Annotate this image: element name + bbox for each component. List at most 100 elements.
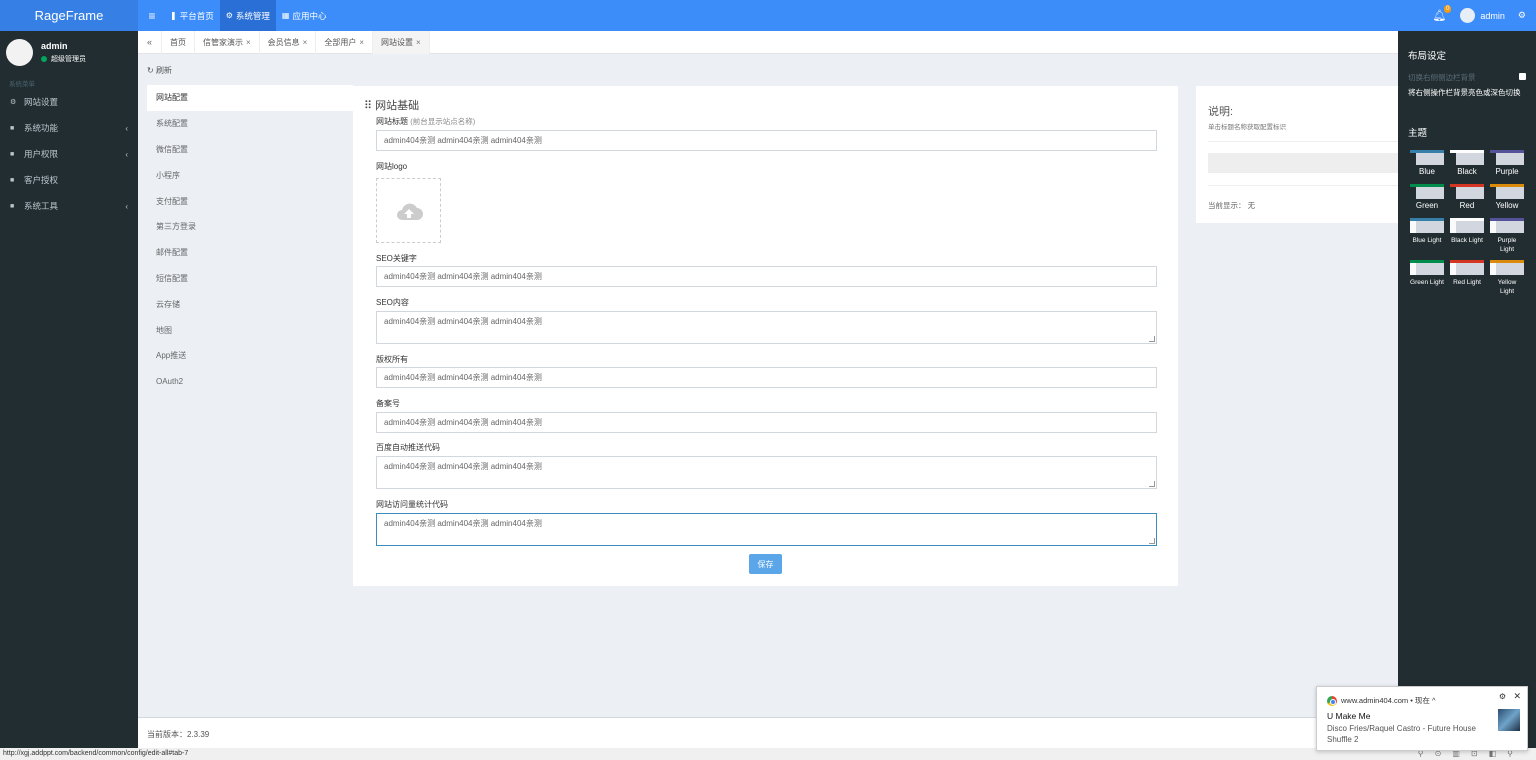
sidebar-item-label: 系统工具 — [24, 201, 59, 211]
sidebar-item-label: 客户授权 — [24, 175, 59, 185]
theme-swatch[interactable]: Blue — [1410, 150, 1444, 177]
app-logo[interactable]: RageFrame — [0, 0, 138, 31]
config-nav-item[interactable]: 支付配置 — [147, 188, 353, 214]
baidu-push-textarea[interactable]: admin404亲测 admin404亲测 admin404亲测 — [376, 456, 1157, 489]
sidebar-item-0[interactable]: ⚙ 网站设置 — [0, 89, 138, 115]
description-title: 说明: — [1208, 106, 1234, 118]
layout-settings-title: 布局设定 — [1408, 51, 1447, 62]
theme-swatch-label: Red — [1459, 201, 1475, 210]
cogs-icon[interactable]: ⚙ — [1518, 10, 1526, 21]
tab-scroll-left-button[interactable]: « — [138, 30, 162, 54]
copyright-input[interactable]: admin404亲测 admin404亲测 admin404亲测 — [376, 367, 1157, 388]
config-nav-item[interactable]: 第三方登录 — [147, 214, 353, 240]
status-url: http://xgj.addppt.com/backend/common/con… — [3, 750, 189, 757]
grid-icon: ▦ — [281, 11, 290, 20]
gear-icon[interactable]: ⚙ — [1499, 692, 1506, 701]
sidebar-user-role: 超级管理员 — [41, 54, 86, 64]
cloud-upload-icon — [396, 203, 423, 220]
sidebar-item-label: 系统功能 — [24, 123, 59, 133]
theme-swatch[interactable]: Yellow Light — [1490, 260, 1524, 296]
avatar — [6, 38, 33, 66]
briefcase-icon: ■ — [10, 124, 15, 132]
theme-swatch-label: Green Light — [1410, 279, 1444, 286]
sidebar-item-1[interactable]: ■ 系统功能 ‹ — [0, 115, 138, 141]
bookmark-icon: ❚ — [170, 11, 177, 20]
notification-body: Disco Fries/Raquel Castro - Future House… — [1327, 724, 1476, 744]
sidebar-item-3[interactable]: ■ 客户授权 — [0, 167, 138, 193]
theme-swatch[interactable]: Black — [1450, 150, 1484, 177]
logo-upload-area[interactable] — [376, 178, 441, 243]
tab-bar: « 首页 信管家演示 × 会员信息 × 全部用户 × 网站设置 × — [138, 30, 1398, 54]
chevron-left-icon: ‹ — [125, 149, 128, 159]
top-header: RageFrame ≡ ❚ 平台首页 ⚙ 系统管理 ▦ 应用中心 🔔︎ 0 admin ⚙ — [0, 0, 1536, 31]
browser-notification[interactable]: www.admin404.com • 现在 ^ ⚙ ✕ U Make Me Di… — [1316, 686, 1528, 751]
stats-code-textarea[interactable]: admin404亲测 admin404亲测 admin404亲测 — [376, 513, 1157, 546]
refresh-icon: ↻ — [147, 66, 154, 75]
sidebar-item-label: 网站设置 — [24, 97, 59, 107]
sidebar-item-2[interactable]: ■ 用户权限 ‹ — [0, 141, 138, 167]
square-icon: ■ — [10, 176, 15, 184]
tool-icon: ■ — [10, 202, 15, 210]
config-nav-item[interactable]: 微信配置 — [147, 137, 353, 163]
toggle-sidebar-skin-checkbox[interactable] — [1519, 73, 1526, 80]
theme-swatch[interactable]: Purple Light — [1490, 218, 1524, 254]
icp-label: 备案号 — [376, 399, 400, 408]
refresh-button[interactable]: ↻ 刷新 — [147, 65, 172, 76]
theme-swatch[interactable]: Yellow — [1490, 184, 1524, 211]
user-panel: admin 超级管理员 — [0, 31, 138, 73]
config-nav-item[interactable]: 短信配置 — [147, 266, 353, 292]
cogs-icon: ⚙ — [225, 11, 233, 20]
close-icon[interactable]: × — [303, 38, 308, 47]
theme-swatch[interactable]: Green — [1410, 184, 1444, 211]
tab-1[interactable]: 信管家演示 × — [195, 30, 260, 54]
config-nav-item[interactable]: 地图 — [147, 317, 353, 343]
config-nav-item[interactable]: 系统配置 — [147, 111, 353, 137]
topnav-item-0[interactable]: ❚ 平台首页 — [164, 0, 220, 31]
config-nav-item[interactable]: 小程序 — [147, 162, 353, 188]
theme-swatch[interactable]: Red — [1450, 184, 1484, 211]
theme-swatch-label: Yellow — [1495, 201, 1519, 210]
theme-swatch[interactable]: Red Light — [1450, 260, 1484, 287]
theme-swatch[interactable]: Black Light — [1450, 218, 1484, 245]
tab-label: 全部用户 — [324, 37, 357, 47]
close-icon[interactable]: ✕ — [1513, 691, 1521, 702]
theme-swatch-label: Yellow Light — [1497, 279, 1517, 295]
version-text: 当前版本：2.3.39 — [147, 730, 210, 739]
close-icon[interactable]: × — [359, 38, 364, 47]
config-nav-item[interactable]: 云存储 — [147, 291, 353, 317]
sidebar-item-4[interactable]: ■ 系统工具 ‹ — [0, 193, 138, 219]
gear-icon: ⚙ — [10, 99, 17, 106]
tab-3[interactable]: 全部用户 × — [316, 30, 374, 54]
topnav-item-1[interactable]: ⚙ 系统管理 — [219, 0, 276, 31]
bell-icon[interactable]: 🔔︎ 0 — [1432, 5, 1452, 22]
tab-2[interactable]: 会员信息 × — [260, 30, 317, 54]
icp-input[interactable]: admin404亲测 admin404亲测 admin404亲测 — [376, 412, 1157, 433]
save-button[interactable]: 保存 — [749, 554, 782, 574]
theme-swatch-label: Black — [1457, 167, 1477, 176]
hamburger-menu-icon[interactable]: ≡ — [140, 9, 164, 23]
topnav-item-2[interactable]: ▦ 应用中心 — [276, 0, 333, 31]
theme-swatch-label: Red Light — [1453, 279, 1481, 286]
theme-swatch[interactable]: Purple — [1490, 150, 1524, 177]
theme-swatch-label: Black Light — [1451, 237, 1483, 244]
current-display: 当前显示： 无 — [1208, 201, 1256, 210]
site-title-input[interactable]: admin404亲测 admin404亲测 admin404亲测 — [376, 130, 1157, 151]
theme-swatch[interactable]: Green Light — [1410, 260, 1444, 287]
notification-badge: 0 — [1444, 5, 1452, 13]
avatar[interactable] — [1460, 8, 1476, 23]
theme-swatch[interactable]: Blue Light — [1410, 218, 1444, 245]
user-menu[interactable]: admin — [1480, 11, 1505, 21]
close-icon[interactable]: × — [246, 38, 251, 47]
close-icon[interactable]: × — [416, 38, 421, 47]
config-nav-item[interactable]: OAuth2 — [147, 369, 353, 395]
config-nav-item[interactable]: 网站配置 — [147, 85, 353, 111]
top-nav: ≡ ❚ 平台首页 ⚙ 系统管理 ▦ 应用中心 — [138, 0, 332, 31]
seo-content-textarea[interactable]: admin404亲测 admin404亲测 admin404亲测 — [376, 311, 1157, 344]
config-nav-item[interactable]: 邮件配置 — [147, 240, 353, 266]
config-nav-item[interactable]: App推送 — [147, 343, 353, 369]
description-content — [1208, 153, 1398, 173]
album-art-image — [1498, 709, 1520, 731]
tab-0[interactable]: 首页 — [162, 30, 195, 54]
seo-keywords-input[interactable]: admin404亲测 admin404亲测 admin404亲测 — [376, 266, 1157, 287]
tab-4[interactable]: 网站设置 × — [373, 30, 430, 54]
